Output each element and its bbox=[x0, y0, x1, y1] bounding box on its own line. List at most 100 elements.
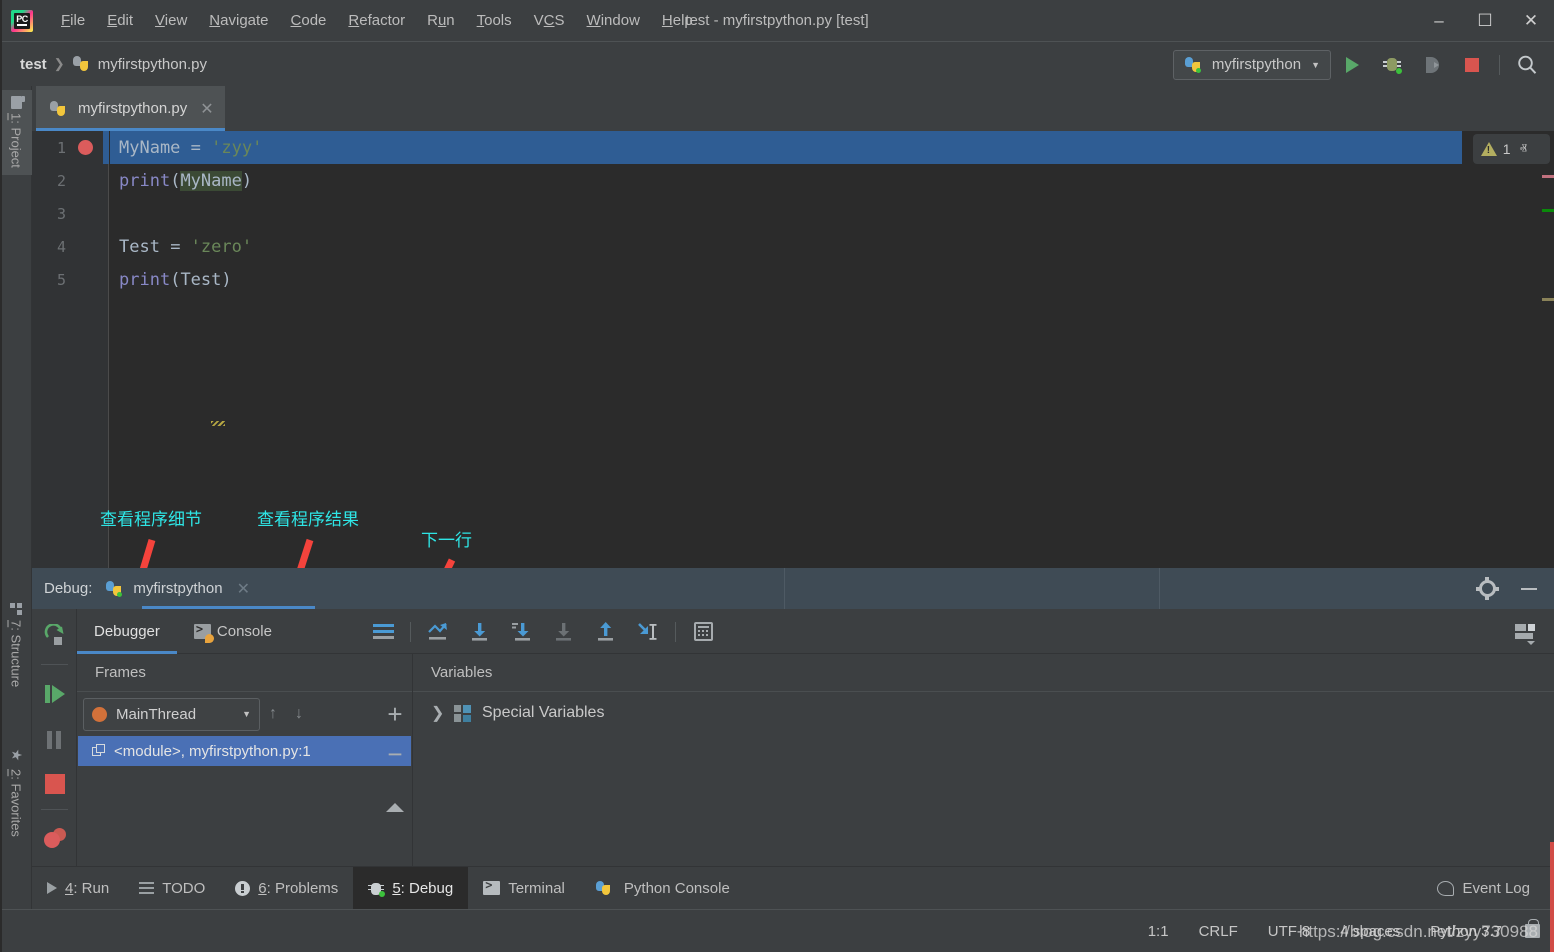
thread-status-icon bbox=[92, 707, 107, 722]
close-button[interactable]: ✕ bbox=[1508, 0, 1554, 41]
run-button[interactable] bbox=[1333, 46, 1371, 84]
lock-icon[interactable] bbox=[1525, 924, 1540, 938]
chevron-right-icon[interactable]: ❯ bbox=[431, 703, 443, 723]
debug-session-title: Debug: myfirstpython ✕ bbox=[44, 568, 250, 609]
editor-gutter[interactable]: 1 2 3 4 5 bbox=[32, 131, 109, 568]
hide-debug-button[interactable] bbox=[1510, 570, 1548, 608]
gutter-row[interactable]: 2 bbox=[32, 164, 109, 197]
rerun-button[interactable] bbox=[32, 613, 77, 658]
close-icon[interactable]: ✕ bbox=[237, 579, 250, 599]
menu-item-window[interactable]: Window bbox=[576, 8, 651, 33]
debug-button[interactable] bbox=[1373, 46, 1411, 84]
code-line[interactable]: Test = 'zero' bbox=[110, 230, 1462, 263]
menu-item-vcs[interactable]: VCS bbox=[523, 8, 576, 33]
gutter-row[interactable]: 3 bbox=[32, 197, 109, 230]
code-line[interactable]: MyName = 'zyy' bbox=[110, 131, 1462, 164]
line-separator[interactable]: CRLF bbox=[1184, 923, 1253, 940]
python-interpreter[interactable]: Python 3.7 bbox=[1415, 923, 1517, 940]
menu-item-file[interactable]: File bbox=[50, 8, 96, 33]
code-token: MyName bbox=[119, 138, 180, 158]
step-into-button[interactable] bbox=[501, 609, 543, 654]
gutter-row[interactable]: 4 bbox=[32, 230, 109, 263]
sidebar-item-project[interactable]: 1: Project bbox=[0, 90, 32, 175]
variables-list[interactable]: ❯ Special Variables bbox=[413, 692, 1554, 734]
menu-item-code[interactable]: Code bbox=[280, 8, 338, 33]
resume-program-button[interactable] bbox=[32, 671, 77, 716]
menu-item-tools[interactable]: Tools bbox=[466, 8, 523, 33]
view-breakpoints-button[interactable] bbox=[32, 815, 77, 860]
show-execution-point-button[interactable] bbox=[417, 609, 459, 654]
code-area[interactable]: MyName = 'zyy' print(MyName) Test = 'zero'… bbox=[110, 131, 1554, 568]
frame-down-button[interactable]: ↓ bbox=[286, 705, 312, 723]
sidebar-item-favorites[interactable]: ★ 2: Favorites bbox=[0, 741, 32, 844]
event-log-button[interactable]: Event Log bbox=[1437, 880, 1554, 897]
mute-breakpoints-button[interactable] bbox=[362, 609, 404, 654]
close-icon[interactable]: ✕ bbox=[200, 99, 213, 119]
code-line[interactable]: print(MyName) bbox=[110, 164, 1462, 197]
menu-bar[interactable]: File Edit View Navigate Code Refactor Run Tools… bbox=[50, 0, 704, 41]
menu-item-run[interactable]: Run bbox=[416, 8, 466, 33]
menu-item-view[interactable]: View bbox=[144, 8, 198, 33]
gutter-row[interactable]: 5 bbox=[32, 263, 109, 296]
menu-item-help[interactable]: Help bbox=[651, 8, 704, 33]
step-out-disabled-button[interactable] bbox=[543, 609, 585, 654]
variable-row[interactable]: ❯ Special Variables bbox=[413, 692, 1554, 734]
breadcrumb: test ❯ myfirstpython.py bbox=[0, 53, 211, 75]
remove-watch-button[interactable]: − bbox=[377, 734, 413, 774]
caret-position[interactable]: 1:1 bbox=[1133, 923, 1184, 940]
tool-window-button-debug[interactable]: 5: Debug bbox=[353, 867, 468, 910]
code-editor[interactable]: 12345 MyName = 'zyy' print(MyName) Test = … bbox=[32, 131, 1554, 568]
indent-setting[interactable]: 4 spaces bbox=[1325, 923, 1415, 940]
run-configuration-selector[interactable]: myfirstpython ▼ bbox=[1173, 50, 1331, 80]
frame-up-button[interactable]: ↑ bbox=[260, 705, 286, 723]
minimize-button[interactable]: – bbox=[1416, 0, 1462, 41]
stop-debug-button[interactable] bbox=[32, 761, 77, 806]
breadcrumb-file[interactable]: myfirstpython.py bbox=[68, 53, 211, 75]
gutter-row[interactable]: 1 bbox=[32, 131, 109, 164]
warning-triangle-icon bbox=[1481, 142, 1497, 156]
evaluate-expression-button[interactable] bbox=[682, 609, 724, 654]
warning-squiggle bbox=[211, 421, 225, 426]
debug-settings-button[interactable] bbox=[1468, 570, 1506, 608]
tool-window-button-terminal[interactable]: Terminal bbox=[468, 867, 580, 910]
breakpoint-icon[interactable] bbox=[78, 140, 93, 155]
stop-button[interactable] bbox=[1453, 46, 1491, 84]
run-to-cursor-button[interactable] bbox=[627, 609, 669, 654]
breadcrumb-project[interactable]: test bbox=[16, 54, 51, 75]
tool-window-button-problems[interactable]: 6: Problems bbox=[220, 867, 353, 910]
error-stripe[interactable] bbox=[1542, 131, 1554, 568]
code-line[interactable] bbox=[110, 197, 1462, 230]
tool-window-button-todo[interactable]: TODO bbox=[124, 867, 220, 910]
search-everywhere-button[interactable] bbox=[1508, 46, 1546, 84]
step-over-button[interactable] bbox=[459, 609, 501, 654]
debug-tab-console[interactable]: Console bbox=[177, 609, 289, 654]
frame-list-item[interactable]: <module>, myfirstpython.py:1 bbox=[78, 736, 411, 766]
left-tool-strip: 1: Project 7: Structure ★ 2: Favorites bbox=[0, 86, 32, 952]
run-with-coverage-button[interactable] bbox=[1413, 46, 1451, 84]
sidebar-item-structure[interactable]: 7: Structure bbox=[0, 596, 32, 694]
debug-tab-debugger[interactable]: Debugger bbox=[77, 609, 177, 654]
tool-window-button-run[interactable]: 4: Run bbox=[32, 867, 124, 910]
code-line[interactable]: print(Test) bbox=[110, 263, 1462, 296]
inspection-widget[interactable]: 1 ⱏ ⱟ bbox=[1473, 134, 1550, 164]
mnemonic: 4 bbox=[65, 880, 73, 897]
pause-program-button[interactable] bbox=[32, 717, 77, 762]
chevron-up-icon[interactable]: ⱏ bbox=[1517, 141, 1530, 158]
menu-item-edit[interactable]: Edit bbox=[96, 8, 144, 33]
step-out-button[interactable] bbox=[585, 609, 627, 654]
menu-item-navigate[interactable]: Navigate bbox=[198, 8, 279, 33]
variables-action-column: + − bbox=[377, 694, 413, 774]
python-console-icon bbox=[595, 880, 611, 896]
tool-window-button-pythonconsole[interactable]: Python Console bbox=[580, 867, 745, 910]
maximize-button[interactable]: ☐ bbox=[1462, 0, 1508, 41]
add-watch-button[interactable]: + bbox=[377, 694, 413, 734]
file-encoding[interactable]: UTF-8 bbox=[1253, 923, 1326, 940]
tool-window-label: 4: Run bbox=[65, 880, 109, 897]
chevron-down-icon[interactable]: ⱟ bbox=[1536, 141, 1542, 158]
restore-layout-button[interactable] bbox=[1504, 609, 1546, 654]
thread-selector[interactable]: MainThread ▼ bbox=[83, 698, 260, 731]
menu-item-refactor[interactable]: Refactor bbox=[337, 8, 416, 33]
frames-list[interactable]: <module>, myfirstpython.py:1 bbox=[77, 736, 412, 766]
sort-variables-button[interactable] bbox=[377, 790, 413, 824]
editor-tab-myfirstpython[interactable]: myfirstpython.py ✕ bbox=[36, 86, 225, 131]
